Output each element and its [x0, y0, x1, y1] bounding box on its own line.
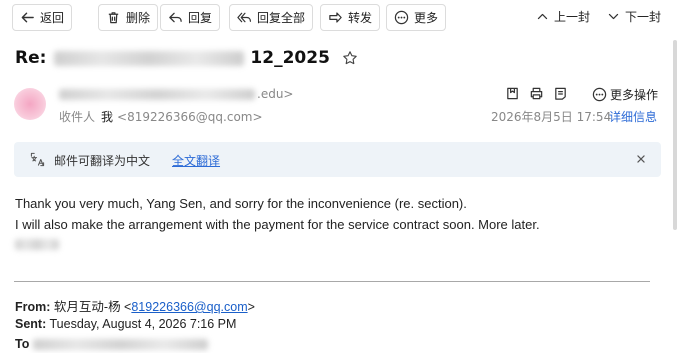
translate-icon — [30, 152, 45, 167]
quoted-to: To — [15, 337, 209, 351]
delete-label: 删除 — [126, 11, 151, 25]
next-label: 下一封 — [625, 10, 662, 24]
redacted-to — [33, 338, 209, 350]
recipient-name[interactable]: 我 — [101, 110, 113, 124]
sent-label: Sent: — [15, 317, 47, 331]
next-mail-button[interactable]: 下一封 — [607, 8, 661, 25]
back-label: 返回 — [40, 11, 65, 25]
email-date: 2026年8月5日 17:54 — [491, 110, 612, 124]
prev-label: 上一封 — [554, 10, 591, 24]
toolbar: 返回 删除 回复 回复全部 转发 更多 上一封 下一封 — [0, 0, 680, 36]
forward-button[interactable]: 转发 — [320, 4, 381, 31]
more-label: 更多 — [414, 11, 439, 25]
note-button[interactable] — [553, 86, 568, 101]
full-translate-link[interactable]: 全文翻译 — [172, 152, 220, 169]
quoted-sent: Sent: Tuesday, August 4, 2026 7:16 PM — [15, 317, 236, 331]
from-email-link[interactable]: 819226366@qq.com — [131, 300, 247, 314]
back-button[interactable]: 返回 — [12, 4, 73, 31]
from-name: 软月互动-杨 — [53, 300, 121, 314]
arrow-left-icon — [21, 12, 34, 23]
recipient-label: 收件人 — [59, 110, 96, 124]
email-subject: Re: 12_2025 — [15, 48, 358, 68]
more-button[interactable]: 更多 — [386, 4, 447, 31]
subject-suffix: 12_2025 — [250, 48, 330, 68]
tag-icon — [507, 87, 518, 100]
message-line-1: Thank you very much, Yang Sen, and sorry… — [15, 196, 467, 211]
reply-label: 回复 — [188, 11, 213, 25]
more-operations-button[interactable]: 更多操作 — [592, 86, 658, 103]
printer-icon — [530, 87, 543, 100]
recipient-line: 收件人我 <819226366@qq.com> — [59, 108, 263, 125]
details-link[interactable]: 详细信息 — [609, 108, 657, 125]
scrollbar[interactable] — [672, 40, 678, 280]
close-icon[interactable] — [634, 152, 648, 166]
redacted-sender — [59, 88, 255, 100]
more-ops-label: 更多操作 — [610, 88, 659, 102]
redacted-subject — [54, 50, 245, 66]
quote-divider — [14, 281, 650, 282]
chevron-up-icon — [537, 13, 548, 20]
ellipsis-circle-icon — [394, 10, 409, 25]
forward-icon — [329, 12, 342, 23]
sender-line[interactable]: .edu> — [59, 87, 293, 101]
reply-button[interactable]: 回复 — [160, 4, 221, 31]
star-icon[interactable] — [342, 50, 358, 66]
from-label: From: — [15, 300, 51, 314]
translate-bar: 邮件可翻译为中文 全文翻译 — [14, 142, 661, 177]
reply-all-button[interactable]: 回复全部 — [229, 4, 314, 31]
message-line-2: I will also make the arrangement with th… — [15, 217, 540, 232]
ellipsis-circle-icon — [592, 87, 607, 102]
prev-mail-button[interactable]: 上一封 — [536, 8, 590, 25]
reply-icon — [169, 12, 182, 23]
to-label: To — [15, 337, 30, 351]
redacted-signature — [15, 239, 59, 250]
reply-all-icon — [237, 12, 252, 23]
sent-value: Tuesday, August 4, 2026 7:16 PM — [49, 317, 237, 331]
delete-button[interactable]: 删除 — [98, 4, 159, 31]
tag-button[interactable] — [505, 86, 520, 101]
recipient-address: <819226366@qq.com> — [117, 110, 263, 124]
quoted-from: From: 软月互动-杨 <819226366@qq.com> — [15, 300, 255, 314]
reply-all-label: 回复全部 — [257, 11, 306, 25]
subject-prefix: Re: — [15, 48, 47, 68]
chevron-down-icon — [608, 13, 619, 20]
forward-label: 转发 — [348, 11, 373, 25]
avatar[interactable] — [14, 88, 46, 120]
translate-label: 邮件可翻译为中文 — [54, 154, 151, 168]
trash-icon — [108, 12, 119, 24]
note-icon — [555, 87, 566, 100]
sender-email-suffix: .edu> — [257, 87, 294, 101]
scrollbar-thumb[interactable] — [673, 40, 677, 230]
print-button[interactable] — [529, 86, 544, 101]
